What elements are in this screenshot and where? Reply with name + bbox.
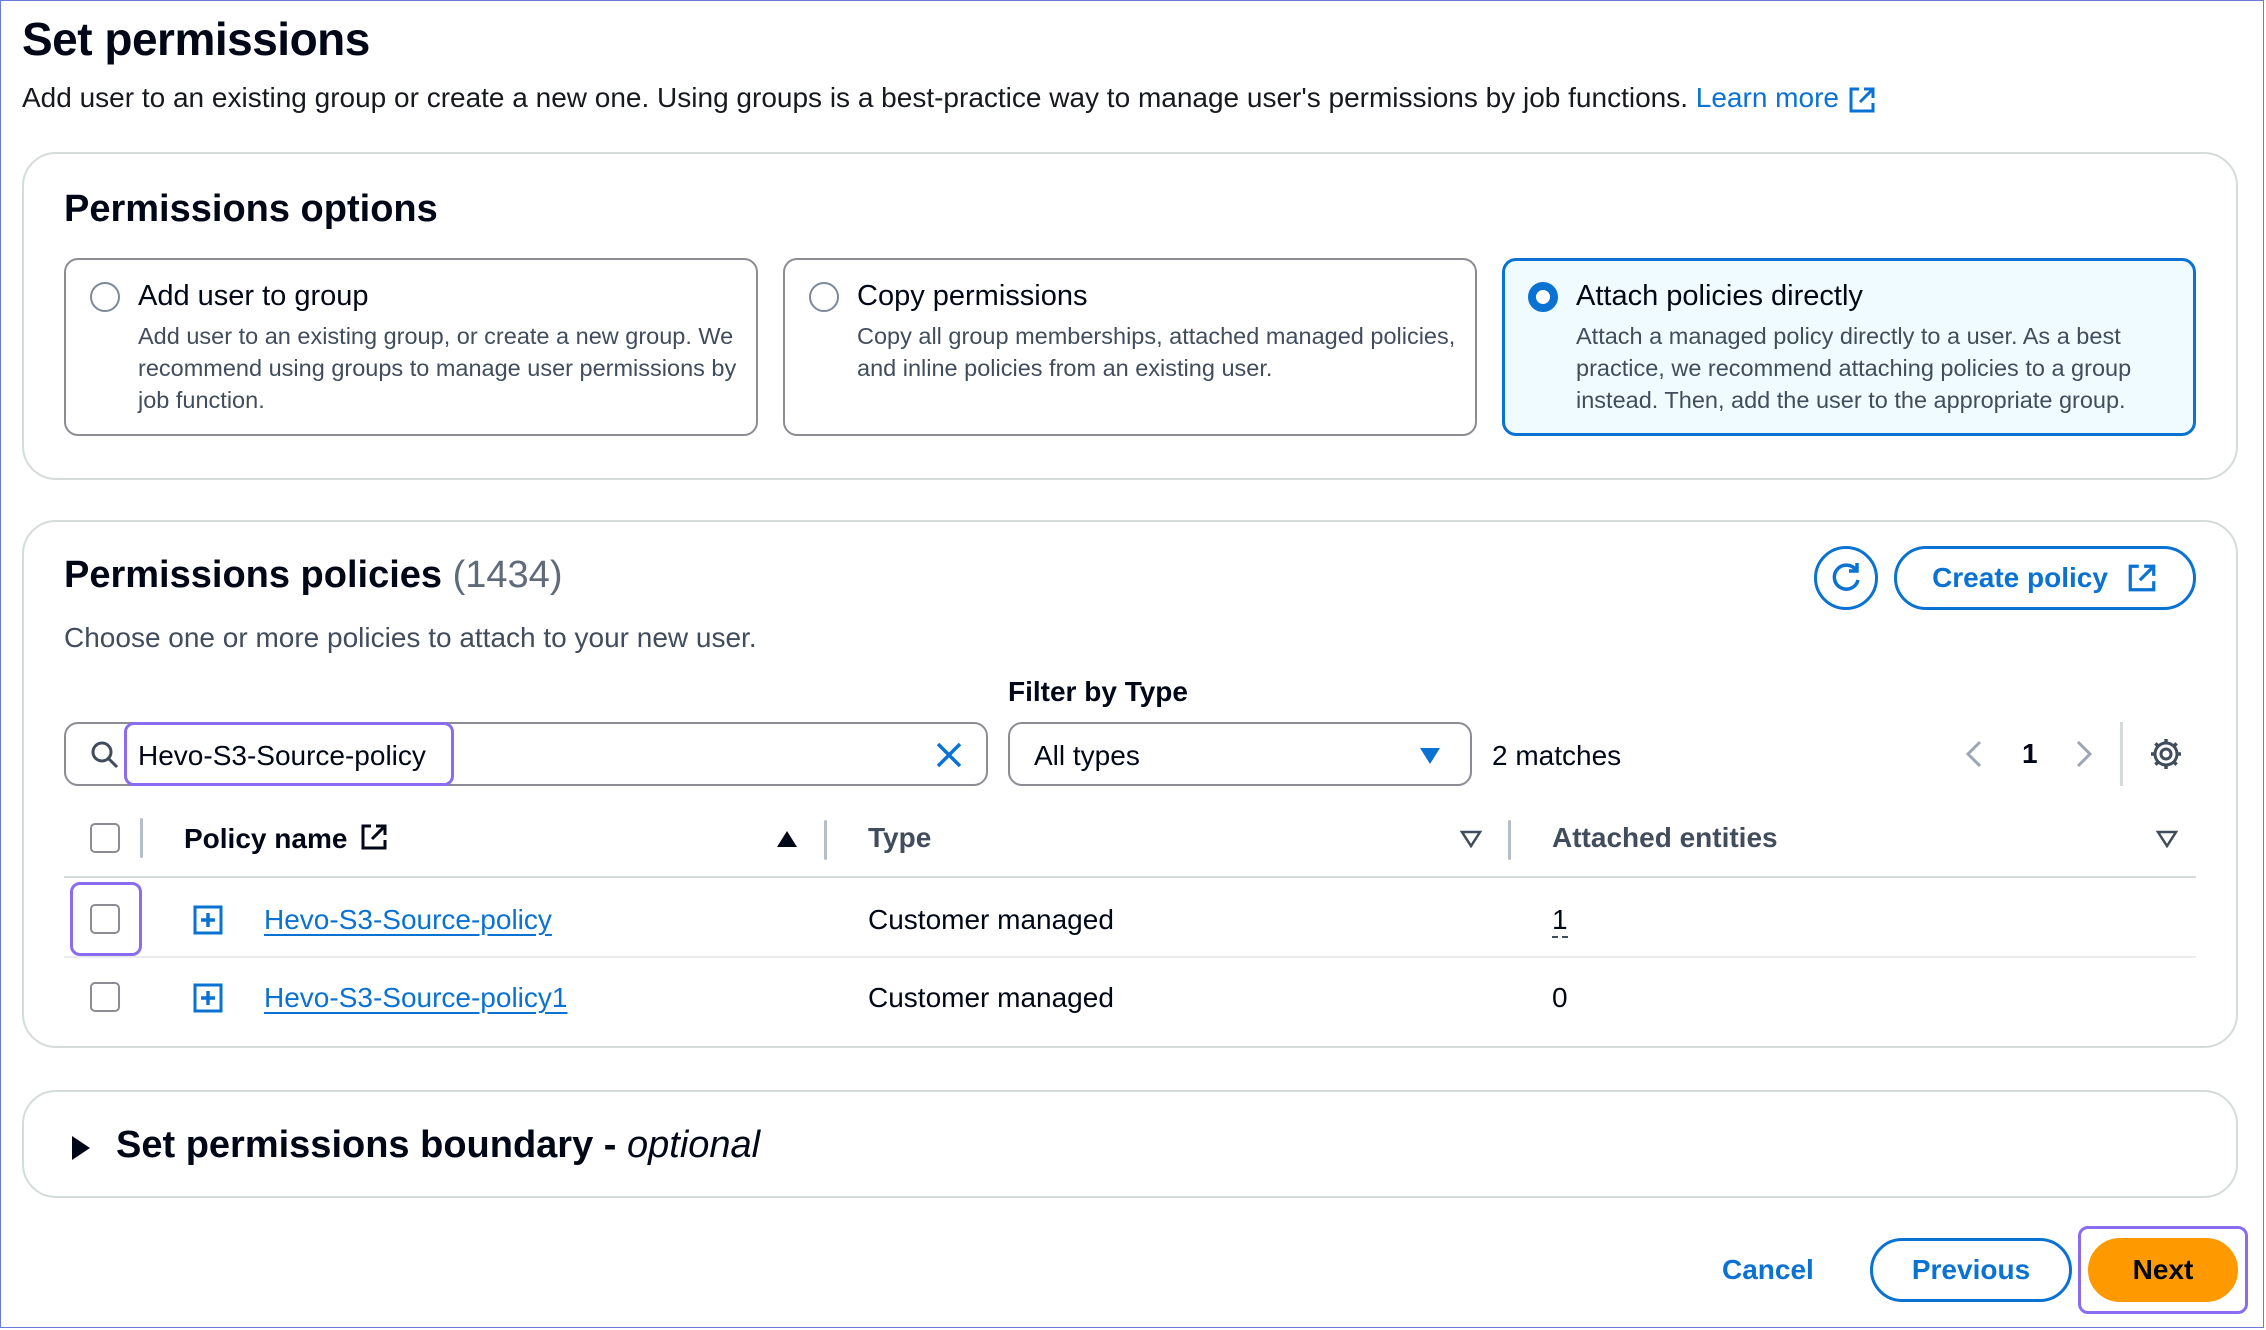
option-title: Attach policies directly bbox=[1576, 280, 1863, 312]
page-description-text: Add user to an existing group or create … bbox=[22, 82, 1688, 113]
policy-type: Customer managed bbox=[868, 982, 1114, 1013]
gear-icon[interactable] bbox=[2148, 736, 2184, 772]
select-all-checkbox[interactable] bbox=[90, 823, 120, 853]
refresh-button[interactable] bbox=[1814, 546, 1878, 610]
option-title: Add user to group bbox=[138, 280, 369, 312]
search-icon bbox=[91, 741, 119, 769]
cancel-button[interactable]: Cancel bbox=[1722, 1254, 1814, 1286]
filter-type-select[interactable]: All types bbox=[1008, 722, 1472, 786]
page-title: Set permissions bbox=[22, 13, 370, 65]
chevron-right-icon[interactable] bbox=[2072, 738, 2096, 770]
page-description: Add user to an existing group or create … bbox=[22, 82, 1877, 115]
policies-subtitle: Choose one or more policies to attach to… bbox=[64, 622, 757, 653]
column-attached-entities[interactable]: Attached entities bbox=[1552, 822, 1778, 854]
expand-icon[interactable] bbox=[193, 905, 223, 935]
policy-type: Customer managed bbox=[868, 904, 1114, 935]
option-attach-policies-directly[interactable]: Attach policies directly Attach a manage… bbox=[1502, 258, 2196, 436]
learn-more-label: Learn more bbox=[1695, 82, 1839, 113]
option-description: Copy all group memberships, attached man… bbox=[857, 323, 1456, 381]
policy-name-link[interactable]: Hevo-S3-Source-policy1 bbox=[264, 982, 567, 1014]
filter-type-label: Filter by Type bbox=[1008, 676, 1188, 707]
chevron-left-icon[interactable] bbox=[1962, 738, 1986, 770]
sort-icon[interactable] bbox=[2156, 830, 2178, 848]
sort-icon[interactable] bbox=[1460, 830, 1482, 848]
create-policy-label: Create policy bbox=[1932, 562, 2108, 593]
column-type[interactable]: Type bbox=[868, 822, 931, 854]
caret-down-icon bbox=[1420, 748, 1440, 764]
row-checkbox[interactable] bbox=[90, 982, 120, 1012]
refresh-icon bbox=[1832, 563, 1860, 591]
attached-entities-count[interactable]: 1 bbox=[1552, 904, 1568, 938]
option-description: Add user to an existing group, or create… bbox=[138, 323, 737, 413]
radio-copy-permissions[interactable] bbox=[809, 282, 839, 312]
boundary-optional: optional bbox=[627, 1124, 761, 1166]
checkbox-highlight bbox=[70, 882, 142, 956]
option-copy-permissions[interactable]: Copy permissions Copy all group membersh… bbox=[783, 258, 1477, 436]
pagination-divider bbox=[2120, 722, 2123, 786]
option-description: Attach a managed policy directly to a us… bbox=[1576, 323, 2132, 413]
column-divider bbox=[140, 818, 143, 858]
radio-attach-policies-directly[interactable] bbox=[1528, 282, 1558, 312]
create-policy-button[interactable]: Create policy bbox=[1894, 546, 2196, 610]
row-separator bbox=[64, 956, 2196, 958]
permissions-boundary-title[interactable]: Set permissions boundary - optional bbox=[116, 1124, 760, 1167]
column-policy-name-label: Policy name bbox=[184, 823, 348, 854]
search-highlight bbox=[124, 722, 454, 786]
boundary-title-text: Set permissions boundary - bbox=[116, 1124, 627, 1166]
external-link-icon bbox=[2128, 564, 2156, 592]
permissions-options-heading: Permissions options bbox=[64, 188, 438, 230]
external-link-icon bbox=[1849, 87, 1875, 113]
next-button[interactable]: Next bbox=[2088, 1238, 2238, 1302]
option-title: Copy permissions bbox=[857, 280, 1088, 312]
column-divider bbox=[1508, 820, 1511, 860]
caret-right-icon[interactable] bbox=[70, 1134, 92, 1162]
previous-button[interactable]: Previous bbox=[1870, 1238, 2072, 1302]
policies-heading-text: Permissions policies bbox=[64, 554, 443, 596]
radio-add-user-to-group[interactable] bbox=[90, 282, 120, 312]
learn-more-link[interactable]: Learn more bbox=[1696, 82, 1877, 113]
header-separator bbox=[64, 876, 2196, 878]
option-add-user-to-group[interactable]: Add user to group Add user to an existin… bbox=[64, 258, 758, 436]
attached-entities-count: 0 bbox=[1552, 982, 1568, 1013]
policy-name-link[interactable]: Hevo-S3-Source-policy bbox=[264, 904, 552, 936]
sort-ascending-icon[interactable] bbox=[776, 830, 798, 848]
column-policy-name[interactable]: Policy name bbox=[184, 822, 389, 855]
expand-icon[interactable] bbox=[193, 983, 223, 1013]
matches-count: 2 matches bbox=[1492, 740, 1622, 771]
filter-type-value: All types bbox=[1034, 740, 1140, 771]
policies-count: (1434) bbox=[452, 554, 563, 596]
permissions-policies-heading: Permissions policies (1434) bbox=[64, 554, 562, 597]
clear-icon[interactable] bbox=[934, 740, 964, 770]
page-number[interactable]: 1 bbox=[2022, 738, 2038, 770]
column-divider bbox=[824, 820, 827, 860]
external-link-icon bbox=[361, 824, 387, 850]
